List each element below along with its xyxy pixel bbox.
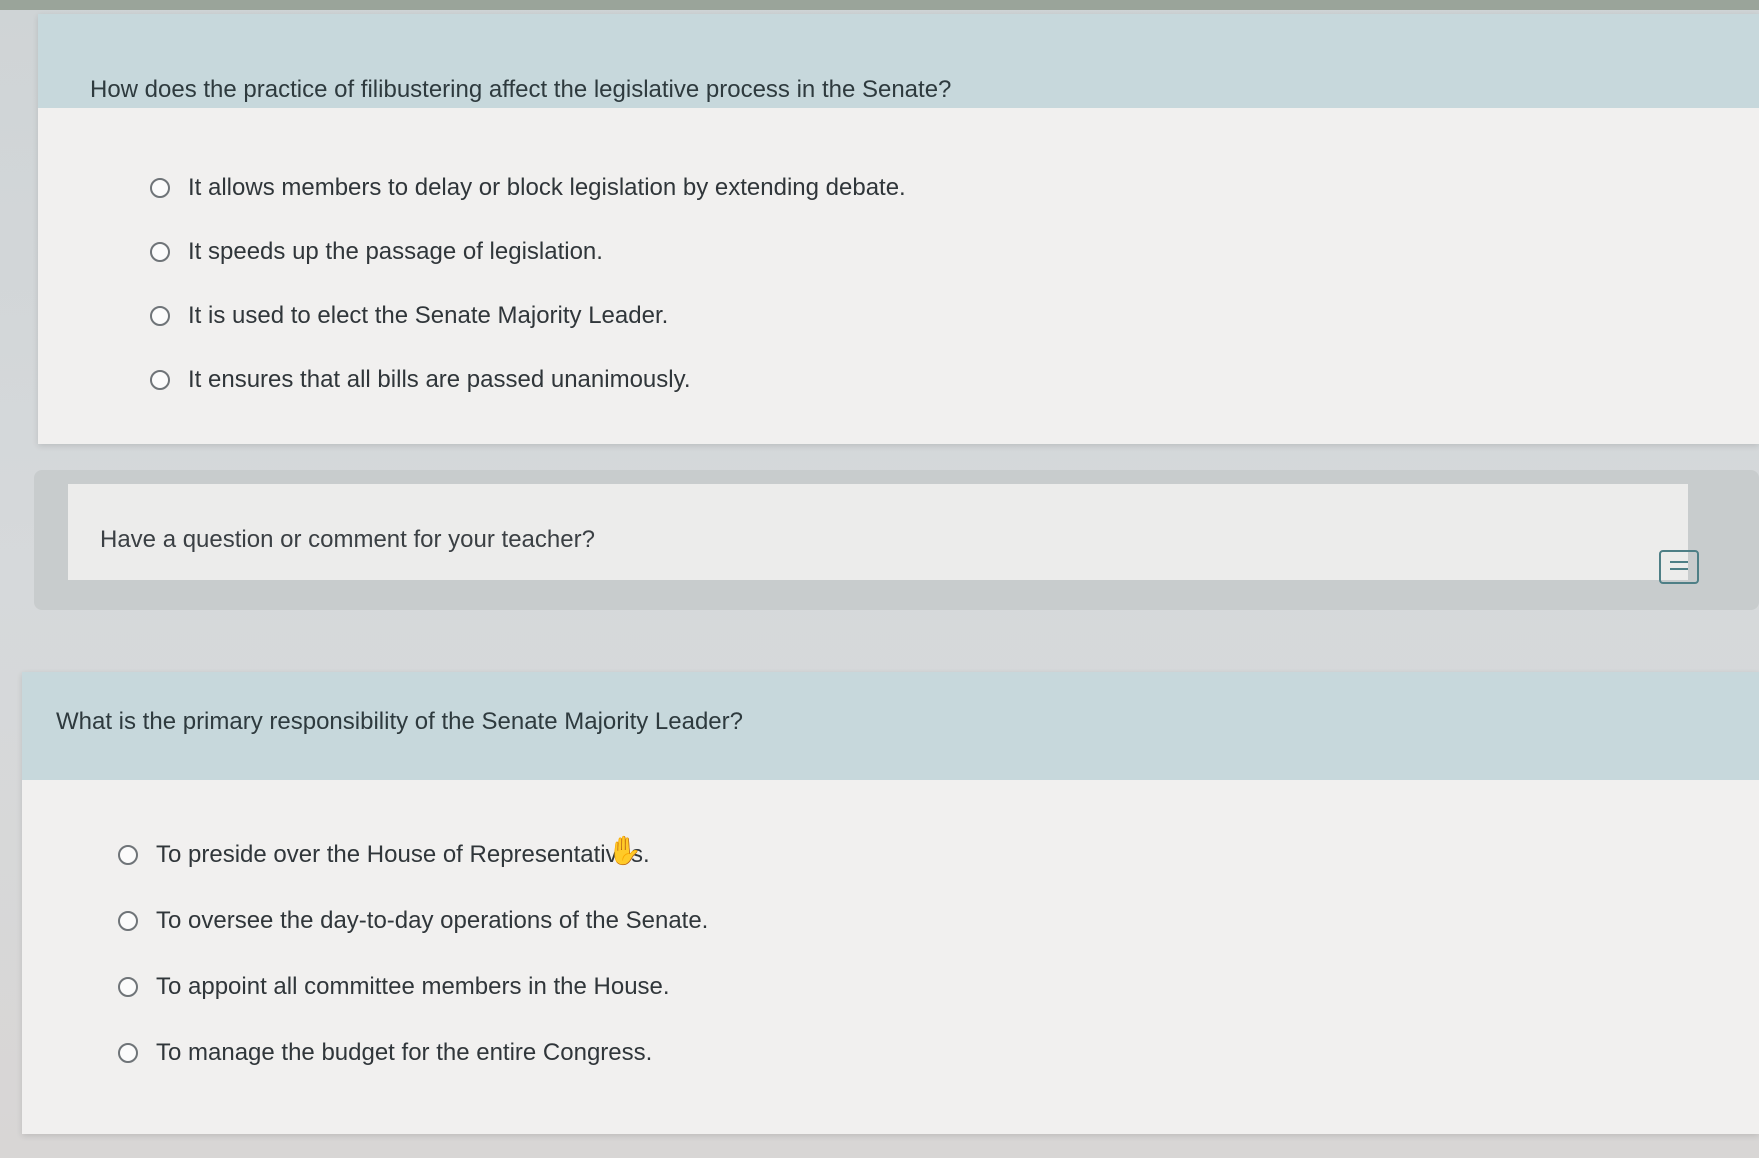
radio-button[interactable]	[150, 178, 170, 198]
top-bar	[0, 0, 1759, 10]
answer-text: It is used to elect the Senate Majority …	[188, 302, 669, 329]
radio-button[interactable]	[118, 1043, 138, 1063]
question-card-2: What is the primary responsibility of th…	[22, 672, 1759, 1134]
comment-icon[interactable]	[1659, 550, 1699, 584]
answer-option[interactable]: To appoint all committee members in the …	[118, 954, 1759, 1020]
radio-button[interactable]	[118, 911, 138, 931]
radio-button[interactable]	[118, 845, 138, 865]
answer-options-2: To preside over the House of Representat…	[22, 780, 1759, 1086]
comment-box[interactable]: Have a question or comment for your teac…	[68, 484, 1688, 580]
answer-text: It allows members to delay or block legi…	[188, 174, 906, 201]
answer-option[interactable]: It ensures that all bills are passed una…	[150, 348, 1759, 412]
radio-button[interactable]	[118, 977, 138, 997]
question-prompt-2: What is the primary responsibility of th…	[22, 672, 1759, 780]
answer-option[interactable]: It speeds up the passage of legislation.	[150, 220, 1759, 284]
answer-option[interactable]: To manage the budget for the entire Cong…	[118, 1020, 1759, 1086]
answer-text: To preside over the House of Representat…	[156, 841, 650, 868]
answer-text: To appoint all committee members in the …	[156, 973, 670, 1000]
hand-cursor-icon: ✋	[607, 835, 642, 866]
question-card-1: How does the practice of filibustering a…	[38, 14, 1759, 444]
radio-button[interactable]	[150, 370, 170, 390]
answer-option[interactable]: To oversee the day-to-day operations of …	[118, 888, 1759, 954]
comment-section: Have a question or comment for your teac…	[34, 470, 1759, 610]
answer-option[interactable]: It allows members to delay or block legi…	[150, 156, 1759, 220]
comment-label: Have a question or comment for your teac…	[100, 526, 595, 553]
radio-button[interactable]	[150, 306, 170, 326]
answer-text: To oversee the day-to-day operations of …	[156, 907, 709, 934]
answer-option[interactable]: To preside over the House of Representat…	[118, 822, 1759, 888]
answer-text: To manage the budget for the entire Cong…	[156, 1039, 653, 1066]
answer-option[interactable]: It is used to elect the Senate Majority …	[150, 284, 1759, 348]
answer-text: It ensures that all bills are passed una…	[188, 366, 691, 393]
answer-options-1: It allows members to delay or block legi…	[38, 108, 1759, 412]
radio-button[interactable]	[150, 242, 170, 262]
page: ▲ ⌄ How does the practice of filibusteri…	[0, 0, 1759, 1158]
answer-text: It speeds up the passage of legislation.	[188, 238, 603, 265]
question-prompt-1: How does the practice of filibustering a…	[38, 14, 1759, 108]
